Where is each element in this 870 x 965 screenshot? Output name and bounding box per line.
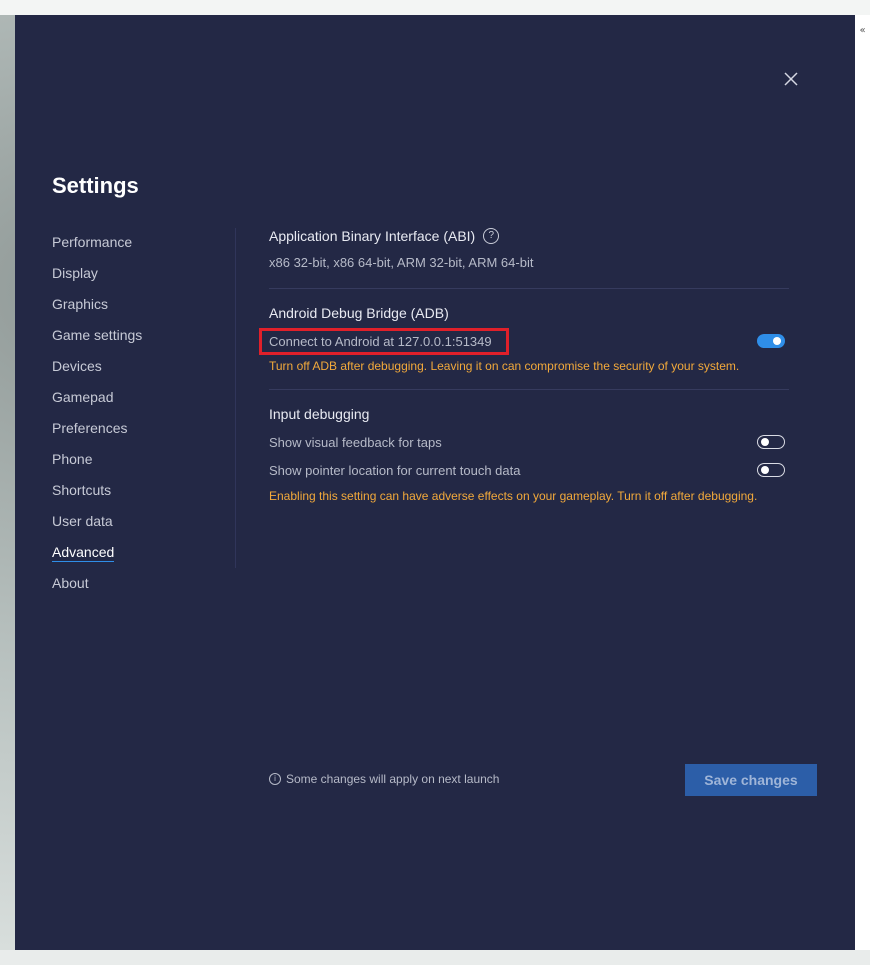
- close-icon: [784, 72, 798, 86]
- pointer-location-toggle[interactable]: [757, 463, 785, 477]
- adb-connect-toggle[interactable]: [757, 334, 785, 348]
- sidebar-item-gamepad[interactable]: Gamepad: [52, 385, 232, 416]
- adb-warning-text: Turn off ADB after debugging. Leaving it…: [269, 359, 740, 373]
- restart-note-text: Some changes will apply on next launch: [286, 772, 500, 786]
- info-circle-icon: i: [269, 773, 281, 785]
- sidebar-item-game-settings[interactable]: Game settings: [52, 323, 232, 354]
- sidebar-item-shortcuts[interactable]: Shortcuts: [52, 478, 232, 509]
- sidebar-item-label: Devices: [52, 358, 102, 374]
- visual-feedback-row: Show visual feedback for taps: [269, 428, 789, 456]
- pointer-location-row: Show pointer location for current touch …: [269, 456, 789, 484]
- sidebar-item-label: Preferences: [52, 420, 128, 436]
- restart-note: i Some changes will apply on next launch: [269, 772, 499, 786]
- section-divider: [269, 288, 789, 289]
- input-debugging-title-text: Input debugging: [269, 406, 370, 422]
- sidebar-item-devices[interactable]: Devices: [52, 354, 232, 385]
- toggle-knob: [761, 437, 769, 446]
- close-button[interactable]: [781, 69, 801, 89]
- sidebar-item-label: Game settings: [52, 327, 143, 343]
- abi-title-text: Application Binary Interface (ABI): [269, 228, 476, 244]
- bottom-window-edge: [0, 950, 870, 965]
- top-window-edge: [0, 0, 870, 15]
- input-debugging-section-title: Input debugging: [269, 403, 789, 425]
- sidebar-item-label: Shortcuts: [52, 482, 112, 498]
- question-circle-icon[interactable]: ?: [483, 228, 500, 244]
- sidebar-item-label: Gamepad: [52, 389, 114, 405]
- sidebar-item-preferences[interactable]: Preferences: [52, 416, 232, 447]
- collapse-chevrons-icon[interactable]: «: [856, 25, 869, 36]
- section-divider: [269, 389, 789, 390]
- sidebar-item-display[interactable]: Display: [52, 261, 232, 292]
- sidebar-item-performance[interactable]: Performance: [52, 230, 232, 261]
- input-debugging-warning-text: Enabling this setting can have adverse e…: [269, 489, 758, 503]
- sidebar-item-label: Phone: [52, 451, 93, 467]
- right-side-toolbar-edge: «: [855, 15, 870, 950]
- settings-sidebar: Performance Display Graphics Game settin…: [52, 230, 232, 602]
- pointer-location-label: Show pointer location for current touch …: [269, 462, 521, 478]
- toggle-knob: [761, 465, 769, 474]
- sidebar-item-advanced[interactable]: Advanced: [52, 540, 232, 571]
- adb-connect-label: Connect to Android at 127.0.0.1:51349: [259, 327, 509, 355]
- adb-title-text: Android Debug Bridge (ADB): [269, 305, 449, 321]
- sidebar-divider: [235, 228, 236, 568]
- sidebar-item-label: User data: [52, 513, 113, 529]
- page-title: Settings: [52, 173, 139, 198]
- adb-section-title: Android Debug Bridge (ADB): [269, 302, 789, 324]
- sidebar-item-phone[interactable]: Phone: [52, 447, 232, 478]
- sidebar-item-label: Graphics: [52, 296, 109, 312]
- advanced-settings-panel: Application Binary Interface (ABI) ? x86…: [259, 225, 789, 505]
- visual-feedback-label: Show visual feedback for taps: [269, 434, 442, 450]
- sidebar-item-label: About: [52, 575, 89, 591]
- sidebar-item-label: Display: [52, 265, 98, 281]
- settings-dialog: Settings Performance Display Graphics Ga…: [15, 15, 855, 950]
- save-changes-button[interactable]: Save changes: [685, 764, 817, 796]
- adb-connect-row: Connect to Android at 127.0.0.1:51349: [259, 327, 789, 355]
- sidebar-item-label: Performance: [52, 234, 133, 250]
- sidebar-item-graphics[interactable]: Graphics: [52, 292, 232, 323]
- sidebar-item-user-data[interactable]: User data: [52, 509, 232, 540]
- abi-section-title: Application Binary Interface (ABI) ?: [269, 225, 789, 247]
- visual-feedback-toggle[interactable]: [757, 435, 785, 449]
- sidebar-item-label: Advanced: [52, 544, 115, 562]
- sidebar-item-about[interactable]: About: [52, 571, 232, 602]
- toggle-knob: [773, 337, 781, 345]
- abi-value: x86 32-bit, x86 64-bit, ARM 32-bit, ARM …: [269, 255, 534, 270]
